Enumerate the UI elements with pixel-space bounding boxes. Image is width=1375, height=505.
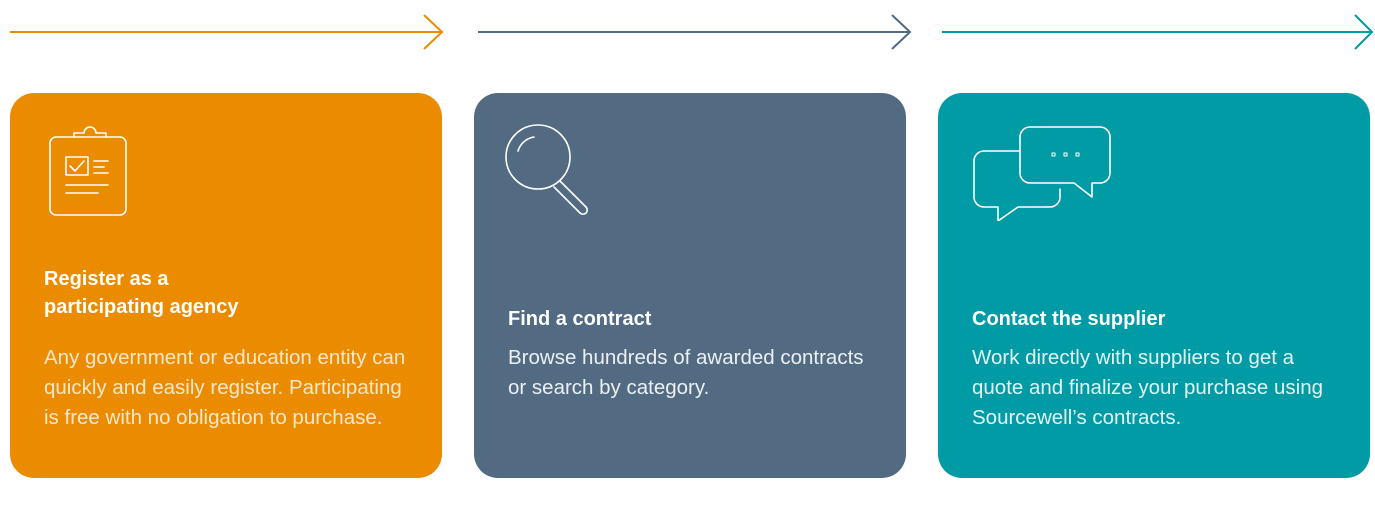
step-card-contact-supplier: Contact the supplier Work directly with … (938, 93, 1370, 478)
arrow-right-icon (942, 14, 1374, 50)
arrow-right-icon (478, 14, 912, 50)
step-description: Any government or education entity can q… (44, 346, 406, 429)
arrow-right-icon (10, 14, 444, 50)
step-3-arrow (942, 14, 1375, 50)
step-description: Browse hundreds of awarded contracts or … (508, 346, 864, 399)
step-title: Register as a participating agency (44, 265, 412, 321)
step-title: Contact the supplier (972, 308, 1166, 330)
step-1-arrow (10, 14, 444, 50)
magnifying-glass-icon (504, 123, 596, 222)
step-title-line-1: Register as a (44, 268, 169, 290)
step-title: Find a contract (508, 308, 652, 330)
clipboard-checklist-icon (48, 123, 128, 224)
step-description: Work directly with suppliers to get a qu… (972, 346, 1324, 429)
chat-bubbles-icon (972, 125, 1112, 226)
step-2-arrow (478, 14, 912, 50)
step-card-register: Register as a participating agency Any g… (10, 93, 442, 478)
step-card-find-contract: Find a contract Browse hundreds of award… (474, 93, 906, 478)
step-title-line-2: participating agency (44, 296, 239, 318)
